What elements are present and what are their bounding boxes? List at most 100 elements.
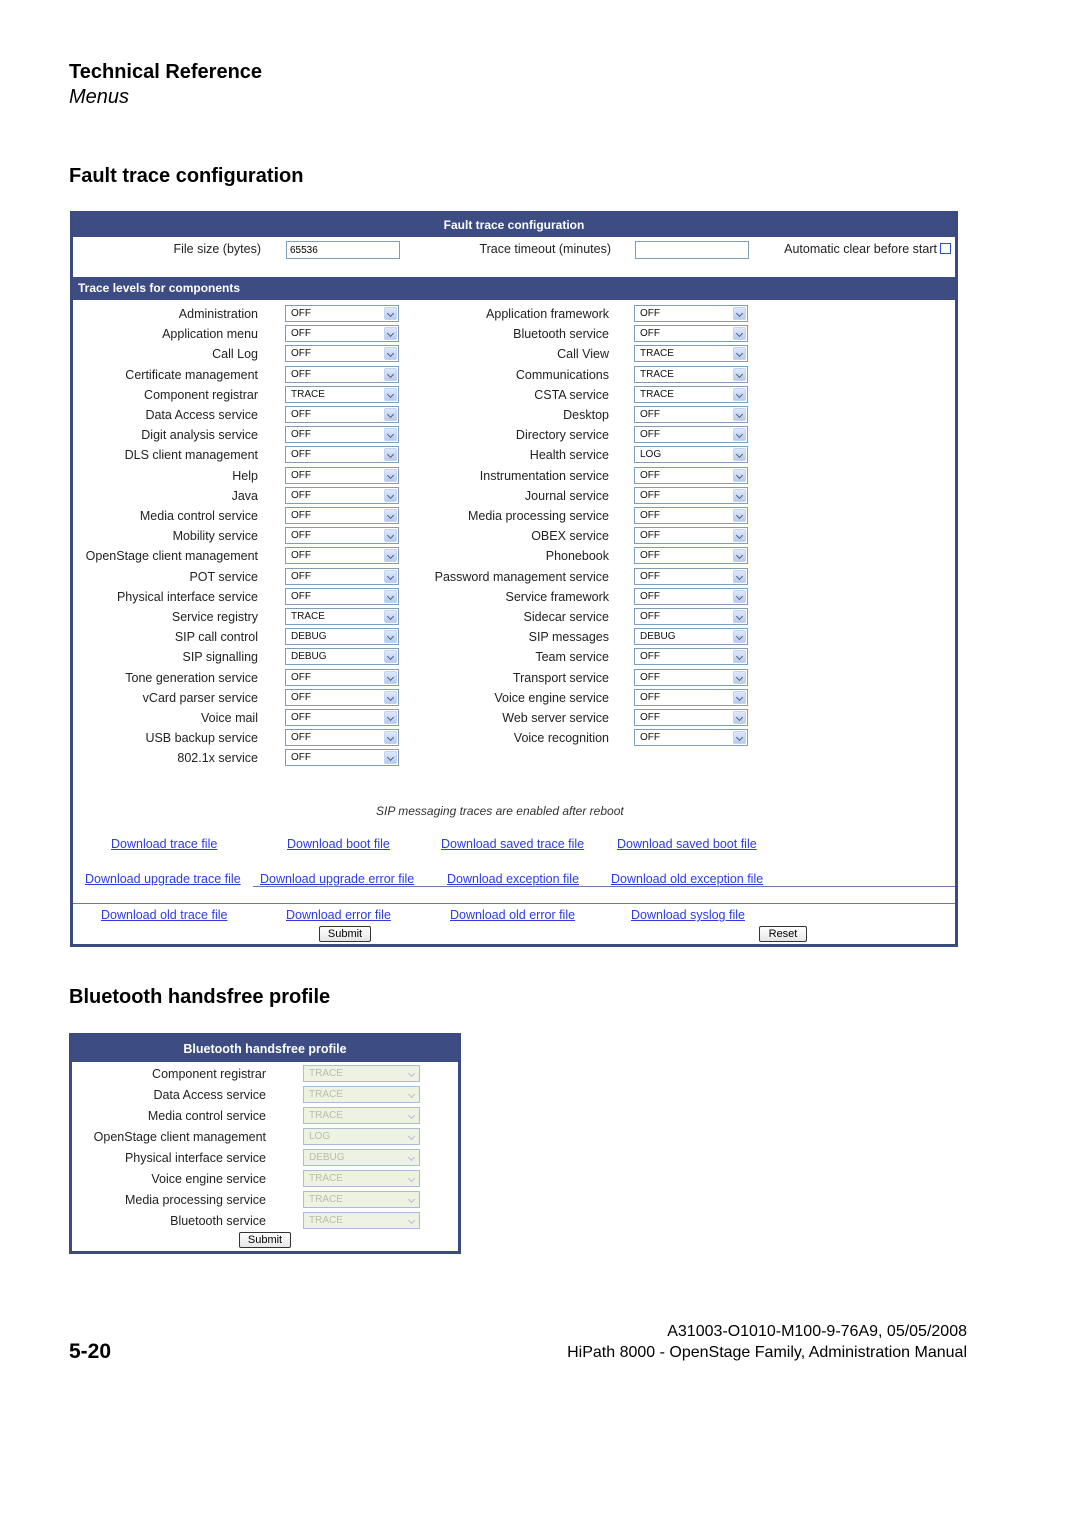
trace-level-select[interactable]: TRACE	[303, 1065, 420, 1082]
trace-level-select[interactable]: TRACE	[634, 365, 748, 383]
chevron-down-icon[interactable]	[733, 488, 746, 502]
file-size-input[interactable]	[286, 241, 400, 259]
trace-level-select[interactable]: TRACE	[634, 345, 748, 363]
download-link[interactable]: Download error file	[286, 907, 391, 923]
chevron-down-icon[interactable]	[733, 529, 746, 543]
chevron-down-icon[interactable]	[405, 1214, 418, 1227]
trace-level-select[interactable]: OFF	[634, 486, 748, 504]
manual-title: HiPath 8000 - OpenStage Family, Administ…	[567, 1344, 967, 1361]
chevron-down-icon[interactable]	[405, 1067, 418, 1080]
chevron-down-icon[interactable]	[405, 1088, 418, 1101]
trace-level-select[interactable]: OFF	[634, 729, 748, 747]
download-link[interactable]: Download trace file	[111, 836, 217, 852]
download-link[interactable]: Download upgrade trace file	[85, 871, 241, 887]
trace-level-value: DEBUG	[291, 631, 327, 643]
trace-level-select[interactable]: OFF	[634, 406, 748, 423]
component-label: Transport service	[512, 670, 609, 685]
chevron-down-icon[interactable]	[405, 1151, 418, 1164]
chevron-down-icon[interactable]	[733, 509, 746, 522]
chevron-down-icon[interactable]	[733, 711, 746, 724]
trace-level-select[interactable]: OFF	[634, 608, 748, 625]
chevron-down-icon[interactable]	[733, 589, 746, 603]
component-label: Bluetooth service	[170, 1214, 266, 1228]
trace-level-value: OFF	[291, 570, 311, 582]
chevron-down-icon[interactable]	[733, 327, 746, 341]
trace-level-select[interactable]: TRACE	[303, 1191, 420, 1208]
download-link[interactable]: Download upgrade error file	[260, 871, 414, 887]
bluetooth-submit-button[interactable]: Submit	[239, 1232, 291, 1248]
trace-level-value: DEBUG	[309, 1152, 345, 1163]
trace-level-select[interactable]: OFF	[634, 325, 748, 343]
chevron-down-icon[interactable]	[733, 367, 746, 381]
chevron-down-icon[interactable]	[733, 731, 746, 745]
download-link[interactable]: Download old exception file	[611, 871, 763, 887]
chevron-down-icon[interactable]	[405, 1130, 418, 1143]
trace-level-select[interactable]: DEBUG	[634, 628, 748, 646]
chevron-down-icon[interactable]	[733, 468, 746, 482]
download-link[interactable]: Download exception file	[447, 871, 579, 887]
chevron-down-icon[interactable]	[733, 549, 746, 563]
submit-button[interactable]: Submit	[319, 926, 371, 942]
component-label: Digit analysis service	[141, 428, 258, 443]
trace-level-select[interactable]: OFF	[634, 668, 748, 686]
trace-level-select[interactable]: TRACE	[303, 1107, 420, 1124]
trace-level-select[interactable]: OFF	[634, 709, 748, 726]
chevron-down-icon[interactable]	[733, 569, 746, 583]
trace-level-select[interactable]: TRACE	[303, 1086, 420, 1103]
download-link[interactable]: Download old trace file	[101, 907, 227, 923]
trace-level-select[interactable]: TRACE	[303, 1170, 420, 1187]
trace-level-select[interactable]: OFF	[634, 547, 748, 565]
trace-level-select[interactable]: OFF	[634, 527, 748, 545]
trace-level-select[interactable]: OFF	[634, 507, 748, 524]
trace-timeout-input[interactable]	[635, 241, 749, 259]
trace-level-value: OFF	[291, 429, 311, 441]
chevron-down-icon[interactable]	[733, 670, 746, 684]
trace-level-select[interactable]: TRACE	[634, 385, 748, 403]
auto-clear-checkbox[interactable]	[940, 243, 951, 254]
trace-level-select[interactable]: OFF	[634, 688, 748, 706]
chevron-down-icon[interactable]	[733, 307, 746, 320]
download-link[interactable]: Download saved trace file	[441, 836, 584, 852]
component-label: USB backup service	[145, 731, 258, 746]
trace-level-select[interactable]: LOG	[634, 446, 748, 464]
trace-level-select[interactable]: OFF	[634, 426, 748, 444]
chevron-down-icon[interactable]	[733, 408, 746, 421]
chevron-down-icon[interactable]	[733, 610, 746, 623]
chevron-down-icon[interactable]	[405, 1172, 418, 1185]
chevron-down-icon[interactable]	[733, 428, 746, 442]
chevron-down-icon[interactable]	[733, 387, 746, 401]
trace-level-value: OFF	[640, 590, 660, 602]
reset-button[interactable]: Reset	[759, 926, 807, 942]
chevron-down-icon[interactable]	[405, 1193, 418, 1206]
download-link[interactable]: Download saved boot file	[617, 836, 757, 852]
component-label: Certificate management	[125, 367, 258, 382]
trace-level-select[interactable]: OFF	[634, 587, 748, 605]
trace-level-value: TRACE	[640, 388, 674, 400]
download-link[interactable]: Download boot file	[287, 836, 390, 852]
trace-level-select[interactable]: DEBUG	[303, 1149, 420, 1166]
trace-level-value: OFF	[291, 308, 311, 319]
component-label: Mobility service	[172, 529, 258, 544]
trace-level-select[interactable]: OFF	[634, 466, 748, 484]
trace-level-select[interactable]: OFF	[634, 567, 748, 585]
trace-level-select[interactable]: OFF	[634, 648, 748, 666]
trace-level-select[interactable]: OFF	[634, 305, 748, 322]
trace-level-value: OFF	[640, 611, 660, 622]
download-link[interactable]: Download old error file	[450, 907, 575, 923]
chevron-down-icon[interactable]	[405, 1109, 418, 1122]
trace-level-value: OFF	[291, 368, 311, 380]
chevron-down-icon[interactable]	[733, 630, 746, 644]
trace-level-select[interactable]: OFF	[285, 749, 399, 767]
trace-level-select[interactable]: TRACE	[303, 1212, 420, 1229]
download-link[interactable]: Download syslog file	[631, 907, 745, 923]
trace-level-select[interactable]: LOG	[303, 1128, 420, 1145]
trace-level-value: TRACE	[309, 1068, 343, 1079]
component-label: Media control service	[147, 1109, 266, 1123]
chevron-down-icon[interactable]	[733, 448, 746, 462]
chevron-down-icon[interactable]	[733, 690, 746, 704]
chevron-down-icon[interactable]	[384, 751, 397, 765]
trace-level-value: OFF	[291, 510, 311, 521]
chevron-down-icon[interactable]	[733, 650, 746, 664]
component-label: Media processing service	[467, 509, 609, 523]
chevron-down-icon[interactable]	[733, 347, 746, 361]
